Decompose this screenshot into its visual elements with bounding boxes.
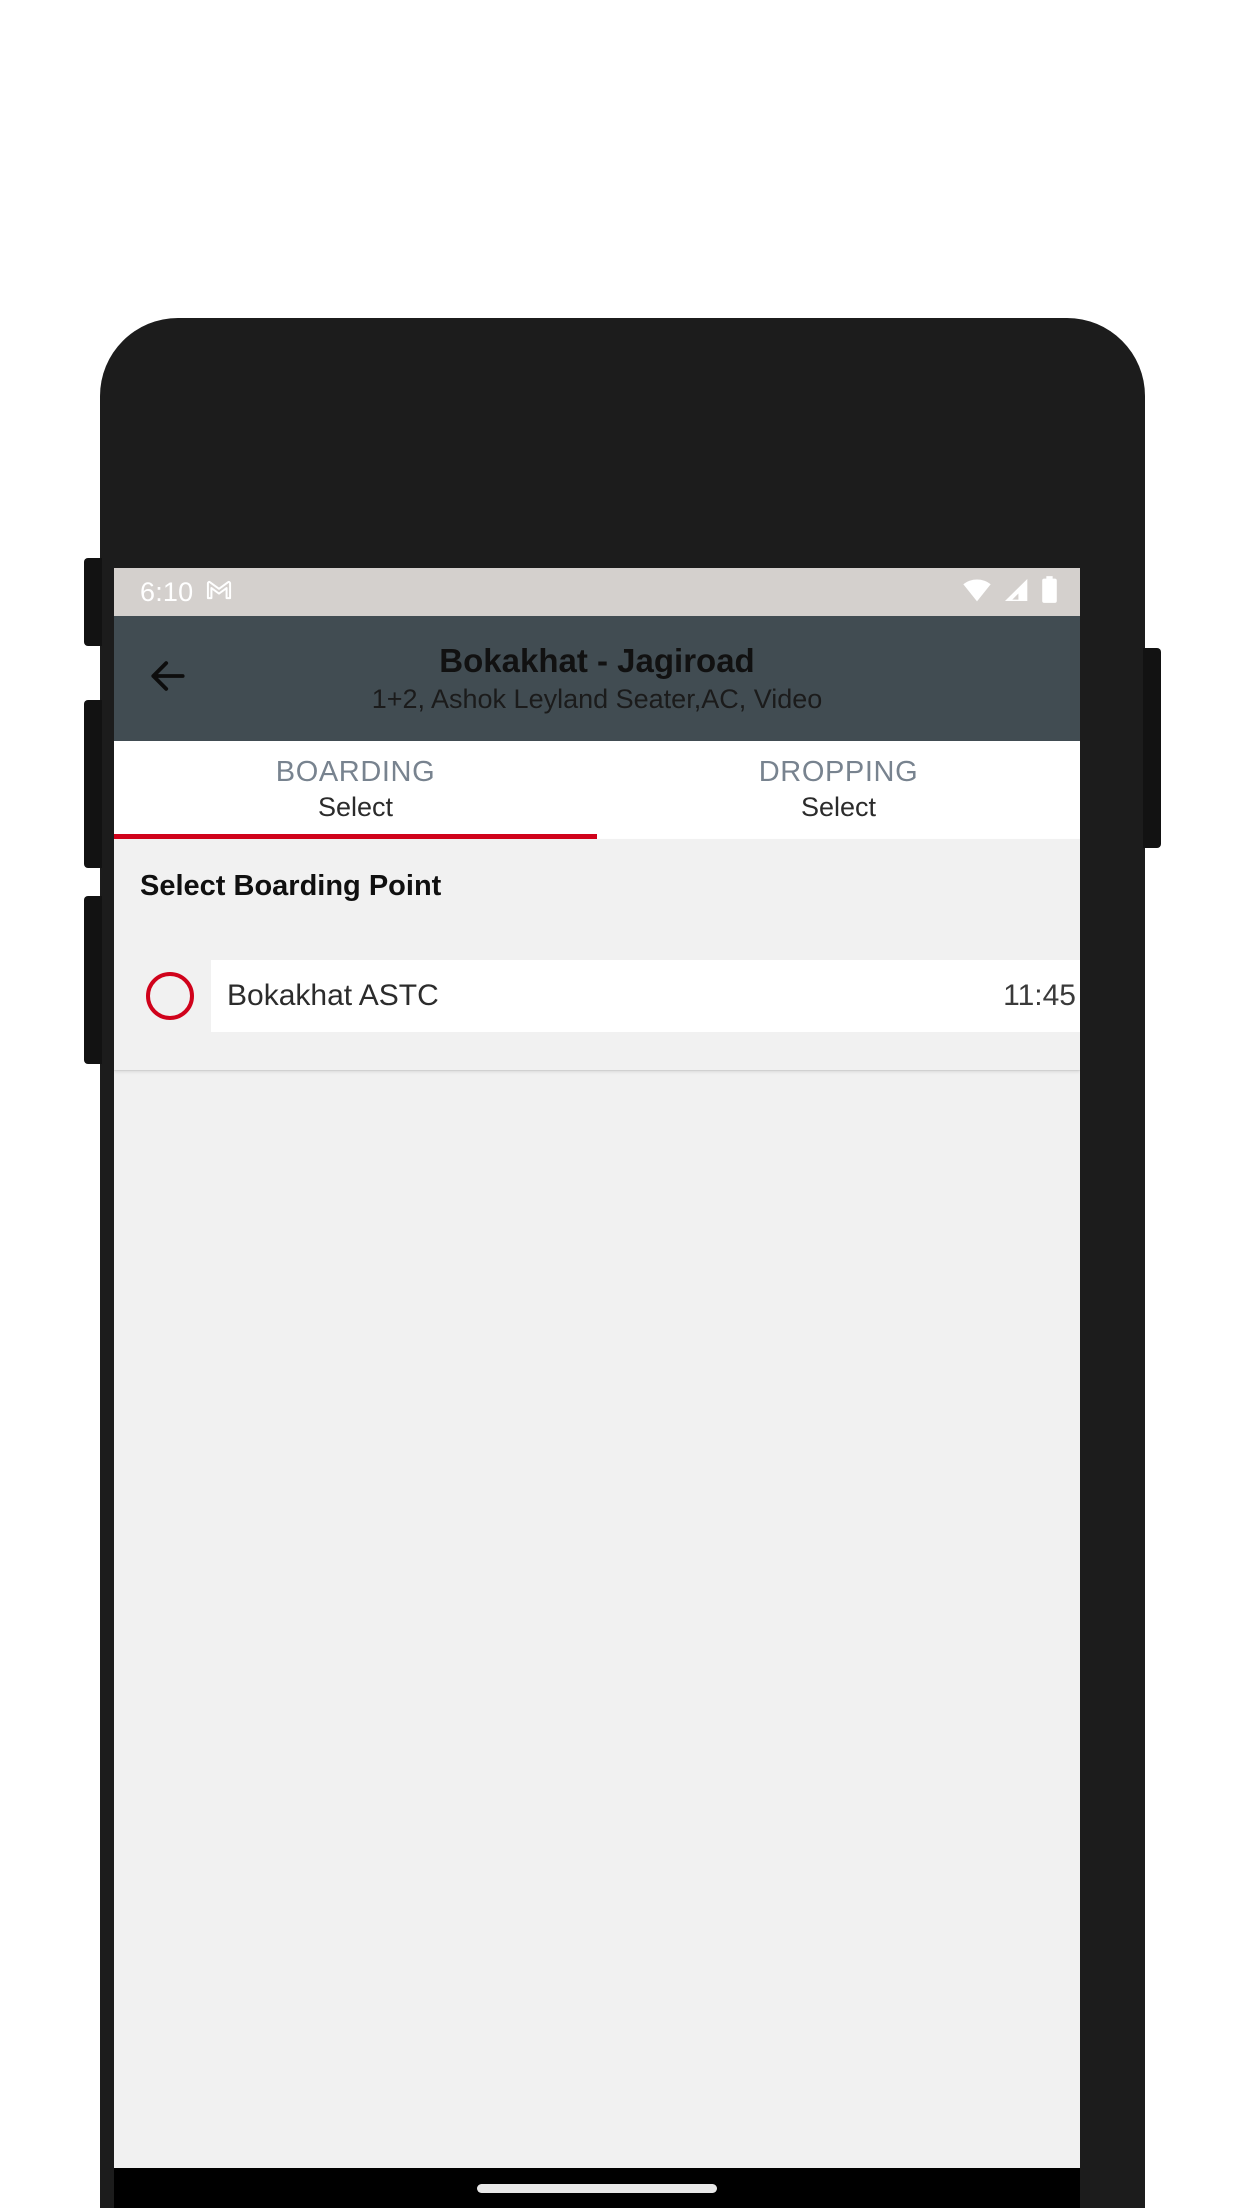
boarding-point-name: Bokakhat ASTC — [227, 979, 439, 1013]
radio-button-icon[interactable] — [146, 971, 194, 1020]
boarding-point-time: 11:45 — [1003, 979, 1076, 1013]
tab-boarding-label: BOARDING — [275, 756, 436, 789]
tab-boarding-value: Select — [317, 792, 394, 823]
phone-screen: 6:10 Bokakhat - Jagiroad 1+2, Ashok Leyl… — [114, 568, 1080, 2208]
system-navigation-bar — [114, 2168, 1080, 2208]
boarding-point-list-section: Select Boarding Point Bokakhat ASTC 11:4… — [114, 839, 1080, 1070]
section-title: Select Boarding Point — [140, 870, 442, 902]
list-item[interactable]: Bokakhat ASTC 11:45 — [114, 959, 1080, 1032]
wifi-icon — [962, 578, 992, 607]
empty-list-area — [114, 1069, 1080, 2208]
battery-icon — [1041, 576, 1058, 608]
tab-dropping-value: Select — [800, 792, 877, 823]
status-bar-left: 6:10 — [140, 576, 233, 609]
status-bar-right — [962, 576, 1058, 608]
back-button[interactable] — [132, 643, 204, 715]
phone-side-button-volume-down[interactable] — [84, 700, 102, 868]
tab-dropping[interactable]: DROPPING Select — [597, 741, 1080, 839]
cellular-signal-icon — [1003, 578, 1030, 607]
back-arrow-icon — [146, 654, 190, 703]
app-bar-title-block: Bokakhat - Jagiroad 1+2, Ashok Leyland S… — [114, 616, 1080, 741]
page-subtitle: 1+2, Ashok Leyland Seater,AC, Video — [371, 683, 823, 714]
main-content: Select Boarding Point Bokakhat ASTC 11:4… — [114, 839, 1080, 2208]
boarding-point-card[interactable]: Bokakhat ASTC 11:45 — [211, 959, 1080, 1032]
status-bar-clock: 6:10 — [140, 576, 194, 607]
phone-side-button-power[interactable] — [1143, 648, 1161, 848]
tab-bar: BOARDING Select DROPPING Select — [114, 741, 1080, 839]
home-gesture-pill[interactable] — [477, 2183, 717, 2193]
gmail-icon — [205, 576, 233, 609]
tab-dropping-label: DROPPING — [758, 756, 919, 789]
tab-boarding[interactable]: BOARDING Select — [114, 741, 597, 839]
page-title: Bokakhat - Jagiroad — [439, 641, 755, 679]
status-bar: 6:10 — [114, 568, 1080, 616]
phone-side-button-volume-up[interactable] — [84, 558, 102, 646]
phone-side-button-extra[interactable] — [84, 896, 102, 1064]
phone-mockup-frame: 6:10 Bokakhat - Jagiroad 1+2, Ashok Leyl… — [84, 318, 1161, 2208]
app-bar: Bokakhat - Jagiroad 1+2, Ashok Leyland S… — [114, 616, 1080, 741]
